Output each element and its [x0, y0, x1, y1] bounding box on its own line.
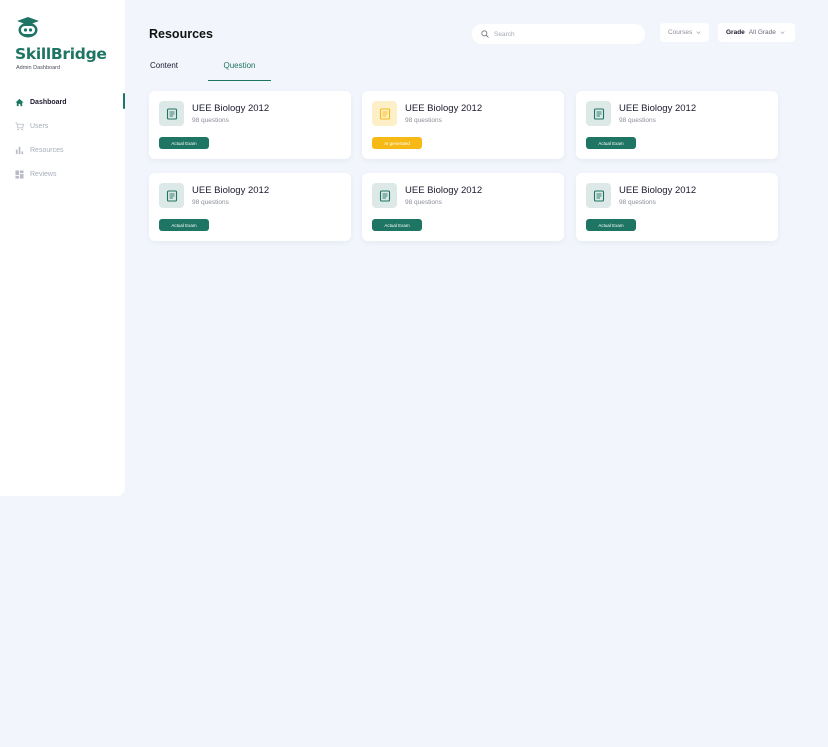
- sidebar: SkillBridge Admin Dashboard Dashboard Us…: [0, 0, 125, 496]
- sidebar-item-label: Reviews: [30, 170, 57, 178]
- resource-card[interactable]: UEE Biology 2012 98 questions Actual Exam: [362, 173, 564, 241]
- document-icon: [372, 101, 397, 126]
- courses-dropdown-label: Courses: [668, 29, 693, 36]
- home-icon: [15, 98, 24, 107]
- card-subtitle: 98 questions: [405, 199, 442, 206]
- logo-icon: [16, 16, 40, 38]
- search-icon: [481, 30, 489, 38]
- chevron-down-icon: [696, 30, 701, 35]
- search-bar[interactable]: [472, 24, 645, 44]
- card-badge: Actual Exam: [159, 219, 209, 231]
- card-subtitle: 98 questions: [192, 117, 229, 124]
- grade-dropdown-value: All Grade: [748, 29, 776, 36]
- document-icon: [159, 101, 184, 126]
- card-title: UEE Biology 2012: [192, 185, 270, 196]
- sidebar-item-label: Dashboard: [30, 98, 67, 106]
- tab-question[interactable]: Question: [208, 61, 271, 81]
- resource-card[interactable]: UEE Biology 2012 98 questions Actual Exam: [149, 91, 351, 159]
- card-badge: Actual Exam: [586, 219, 636, 231]
- card-subtitle: 98 questions: [619, 117, 656, 124]
- grade-dropdown[interactable]: Grade All Grade: [718, 23, 795, 42]
- document-icon: [586, 183, 611, 208]
- resource-card[interactable]: UEE Biology 2012 98 questions Actual Exam: [576, 91, 778, 159]
- grade-dropdown-label: Grade: [726, 29, 745, 36]
- card-title: UEE Biology 2012: [192, 103, 270, 114]
- sidebar-item-label: Resources: [30, 146, 64, 154]
- sidebar-item-reviews[interactable]: Reviews: [0, 162, 125, 186]
- card-subtitle: 98 questions: [405, 117, 442, 124]
- sidebar-nav: Dashboard Users Resources Reviews: [0, 90, 125, 186]
- tab-content[interactable]: Content: [150, 61, 190, 81]
- sidebar-item-label: Users: [30, 122, 49, 130]
- document-icon: [586, 101, 611, 126]
- card-badge: Actual Exam: [159, 137, 209, 149]
- bar-chart-icon: [15, 146, 24, 155]
- card-subtitle: 98 questions: [192, 199, 229, 206]
- document-icon: [372, 183, 397, 208]
- resource-card[interactable]: UEE Biology 2012 98 questions Actual Exam: [149, 173, 351, 241]
- resource-card[interactable]: UEE Biology 2012 98 questions Actual Exam: [576, 173, 778, 241]
- brand-subtitle: Admin Dashboard: [16, 65, 61, 71]
- dashboard-grid-icon: [15, 169, 24, 179]
- page-title: Resources: [149, 27, 213, 41]
- brand-name: SkillBridge: [15, 45, 107, 63]
- resource-card[interactable]: UEE Biology 2012 98 questions AI generated: [362, 91, 564, 159]
- document-icon: [159, 183, 184, 208]
- card-title: UEE Biology 2012: [619, 185, 697, 196]
- sidebar-item-dashboard[interactable]: Dashboard: [0, 90, 125, 114]
- sidebar-item-users[interactable]: Users: [0, 114, 125, 138]
- card-title: UEE Biology 2012: [405, 103, 483, 114]
- cart-icon: [15, 121, 24, 131]
- sidebar-item-resources[interactable]: Resources: [0, 138, 125, 162]
- card-badge: AI generated: [372, 137, 422, 149]
- card-badge: Actual Exam: [372, 219, 422, 231]
- card-subtitle: 98 questions: [619, 199, 656, 206]
- search-input[interactable]: [494, 30, 634, 38]
- card-title: UEE Biology 2012: [619, 103, 697, 114]
- card-title: UEE Biology 2012: [405, 185, 483, 196]
- courses-dropdown[interactable]: Courses: [660, 23, 709, 42]
- card-badge: Actual Exam: [586, 137, 636, 149]
- chevron-down-icon: [780, 30, 785, 35]
